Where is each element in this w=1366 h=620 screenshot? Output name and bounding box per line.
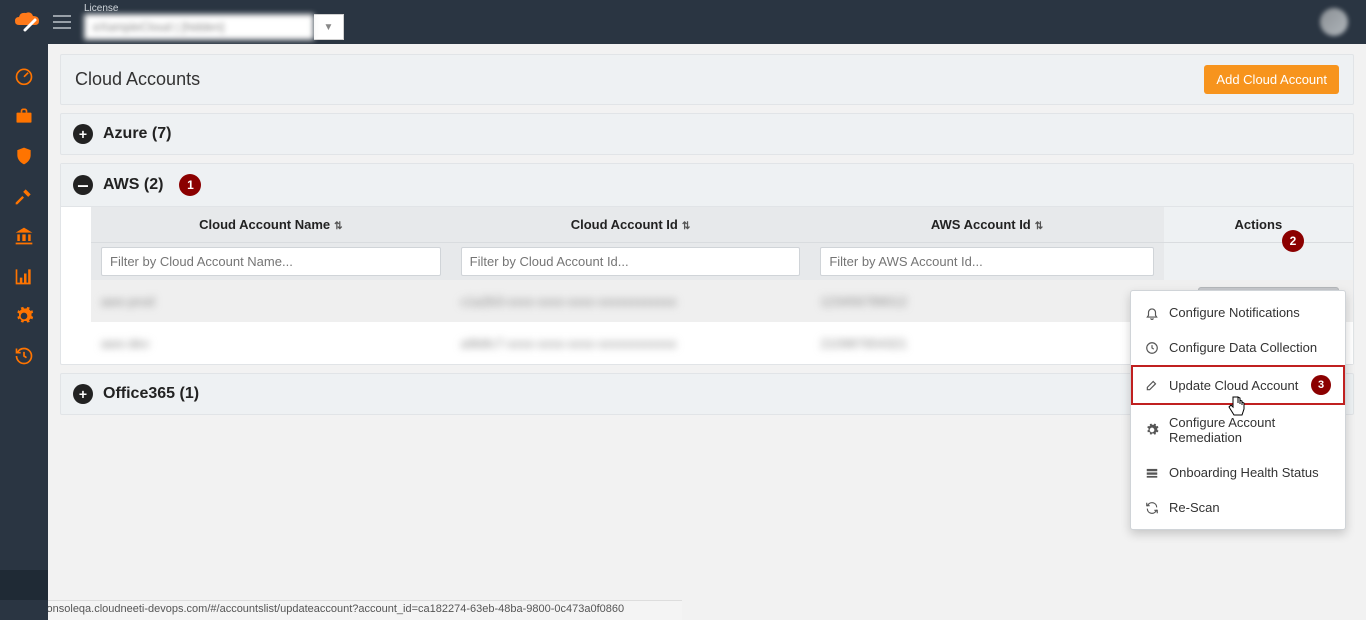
sidebar-bank-icon[interactable]	[0, 216, 48, 256]
group-aws-label: AWS (2)	[103, 176, 163, 194]
sort-icon: ⇅	[1035, 221, 1043, 232]
group-azure-label: Azure (7)	[103, 125, 171, 143]
annotation-badge-2: 2	[1282, 230, 1304, 252]
plus-icon: +	[73, 124, 93, 144]
cell-name: aws-prod	[101, 294, 154, 309]
sidebar-dashboard-icon[interactable]	[0, 56, 48, 96]
group-office365-label: Office365 (1)	[103, 385, 199, 403]
sidebar	[0, 44, 48, 620]
minus-icon: ‒	[73, 175, 93, 195]
annotation-badge-1: 1	[179, 174, 201, 196]
plus-icon: +	[73, 384, 93, 404]
filter-aws-id-input[interactable]	[820, 247, 1153, 276]
sort-icon: ⇅	[334, 221, 342, 232]
sidebar-shield-icon[interactable]	[0, 136, 48, 176]
sidebar-history-icon[interactable]	[0, 336, 48, 376]
dd-label: Configure Data Collection	[1169, 340, 1317, 355]
filter-cloud-id-input[interactable]	[461, 247, 801, 276]
cell-cloud-id: a9b8c7-xxxx-xxxx-xxxx-xxxxxxxxxxxx	[461, 336, 677, 351]
cell-name: aws-dev	[101, 336, 149, 351]
col-header-cloud-id[interactable]: Cloud Account Id⇅	[451, 207, 811, 243]
cell-aws-id: 123456789012	[820, 294, 907, 309]
dd-label: Configure Notifications	[1169, 305, 1300, 320]
group-aws-header[interactable]: ‒ AWS (2) 1	[61, 164, 1353, 207]
license-selector[interactable]: License eXampleCloud | [hidden] ▼	[84, 4, 344, 40]
annotation-badge-3: 3	[1311, 375, 1331, 395]
sidebar-chart-icon[interactable]	[0, 256, 48, 296]
avatar[interactable]	[1320, 8, 1348, 36]
configure-account-dropdown: Configure Notifications Configure Data C…	[1130, 290, 1346, 530]
cell-cloud-id: c1a2b3-xxxx-xxxx-xxxx-xxxxxxxxxxxx	[461, 294, 677, 309]
dd-label: Onboarding Health Status	[1169, 465, 1319, 480]
col-header-name[interactable]: Cloud Account Name⇅	[91, 207, 451, 243]
dd-label: Configure Account Remediation	[1169, 415, 1331, 445]
brand-logo	[6, 11, 48, 33]
license-value: eXampleCloud | [hidden]	[84, 14, 314, 40]
sort-icon: ⇅	[682, 221, 690, 232]
col-header-actions: Actions	[1164, 207, 1353, 243]
menu-toggle-icon[interactable]	[48, 8, 76, 36]
page-header: Cloud Accounts Add Cloud Account	[60, 54, 1354, 105]
add-cloud-account-button[interactable]: Add Cloud Account	[1204, 65, 1339, 94]
page-title: Cloud Accounts	[75, 69, 200, 90]
filter-name-input[interactable]	[101, 247, 441, 276]
statusbar: https://consoleqa.cloudneeti-devops.com/…	[0, 600, 682, 620]
topbar: License eXampleCloud | [hidden] ▼	[0, 0, 1366, 44]
dd-update-cloud-account[interactable]: Update Cloud Account 3	[1131, 365, 1345, 405]
license-label: License	[84, 4, 344, 14]
sidebar-footer	[0, 570, 48, 600]
col-header-aws-id[interactable]: AWS Account Id⇅	[810, 207, 1163, 243]
sidebar-settings-icon[interactable]	[0, 296, 48, 336]
dd-onboarding-health[interactable]: Onboarding Health Status	[1131, 455, 1345, 490]
dd-rescan[interactable]: Re-Scan	[1131, 490, 1345, 525]
dd-label: Re-Scan	[1169, 500, 1220, 515]
chevron-down-icon[interactable]: ▼	[314, 14, 344, 40]
dd-configure-remediation[interactable]: Configure Account Remediation	[1131, 405, 1345, 455]
dd-label: Update Cloud Account	[1169, 378, 1298, 393]
dd-configure-data-collection[interactable]: Configure Data Collection	[1131, 330, 1345, 365]
sidebar-gavel-icon[interactable]	[0, 176, 48, 216]
cell-aws-id: 210987654321	[820, 336, 907, 351]
group-azure[interactable]: + Azure (7)	[60, 113, 1354, 155]
dd-configure-notifications[interactable]: Configure Notifications	[1131, 295, 1345, 330]
sidebar-briefcase-icon[interactable]	[0, 96, 48, 136]
